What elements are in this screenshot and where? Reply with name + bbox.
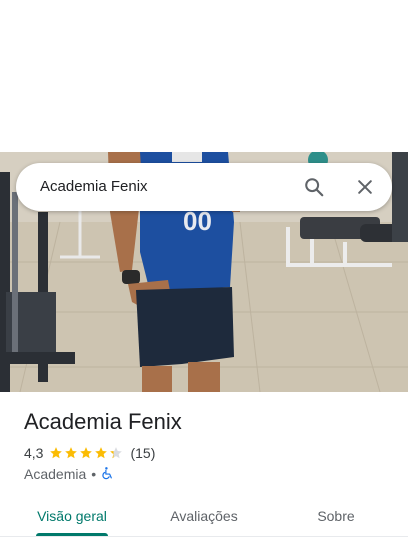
tab-overview[interactable]: Visão geral <box>22 496 122 536</box>
search-bar[interactable]: Academia Fenix <box>16 163 392 211</box>
star-icon <box>65 447 78 459</box>
rating-value: 4,3 <box>24 445 44 461</box>
wheelchair-icon <box>101 466 114 483</box>
tab-reviews[interactable]: Avaliações <box>150 496 258 536</box>
active-tab-indicator <box>36 533 108 536</box>
place-category: Academia <box>24 466 87 482</box>
tab-about[interactable]: Sobre <box>296 496 376 536</box>
tabs-divider <box>0 536 408 537</box>
review-count[interactable]: (15) <box>130 445 155 461</box>
star-icon <box>95 447 108 459</box>
place-sheet: 00 Academia Fenix Academia Fenix 4,3 (15… <box>0 0 408 544</box>
tab-bar: Visão geral Avaliações Sobre <box>0 496 408 540</box>
search-icon[interactable] <box>302 175 326 199</box>
star-icon <box>50 447 63 459</box>
star-icon <box>110 447 123 459</box>
search-query[interactable]: Academia Fenix <box>40 178 148 195</box>
category-row: Academia • <box>24 465 114 483</box>
rating-stars <box>49 446 124 460</box>
star-icon <box>80 447 93 459</box>
separator-dot: • <box>91 466 97 482</box>
place-title: Academia Fenix <box>24 409 182 434</box>
rating-row[interactable]: 4,3 (15) <box>24 444 155 462</box>
close-icon[interactable] <box>353 175 377 199</box>
